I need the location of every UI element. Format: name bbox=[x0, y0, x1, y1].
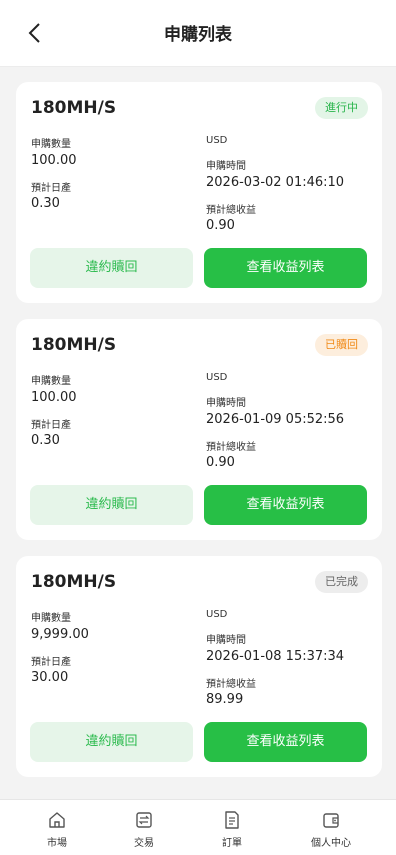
home-icon bbox=[49, 812, 65, 828]
amount-label: 申購數量 bbox=[31, 139, 71, 150]
status-badge: 進行中 bbox=[315, 97, 368, 119]
total-income-label: 預計總收益 bbox=[206, 205, 256, 216]
product-name: 180MH/S bbox=[31, 572, 117, 592]
nav-item-market[interactable]: 市場 bbox=[17, 810, 97, 849]
time-label: 申購時間 bbox=[206, 635, 246, 646]
daily-value: 0.30 bbox=[31, 433, 60, 448]
status-badge: 已贖回 bbox=[315, 334, 368, 356]
amount-value: 9,999.00 bbox=[31, 627, 89, 642]
daily-value: 30.00 bbox=[31, 670, 69, 685]
redeem-button[interactable]: 違約贖回 bbox=[30, 722, 193, 762]
page: 申購列表 180MH/S 進行中 申購數量 100.00 預計日產 0.30 U… bbox=[0, 0, 396, 855]
time-label: 申購時間 bbox=[206, 161, 246, 172]
product-name: 180MH/S bbox=[31, 98, 117, 118]
amount-value: 100.00 bbox=[31, 390, 77, 405]
order-card: 180MH/S 已完成 申購數量 9,999.00 預計日產 30.00 USD… bbox=[16, 556, 382, 777]
document-icon bbox=[225, 811, 239, 829]
view-income-button[interactable]: 查看收益列表 bbox=[204, 722, 367, 762]
time-value: 2026-03-02 01:46:10 bbox=[206, 175, 345, 190]
currency-label: USD bbox=[206, 135, 228, 146]
order-card: 180MH/S 已贖回 申購數量 100.00 預計日產 0.30 USD 申購… bbox=[16, 319, 382, 540]
total-income-label: 預計總收益 bbox=[206, 442, 256, 453]
total-income-value: 0.90 bbox=[206, 455, 235, 470]
page-title: 申購列表 bbox=[164, 25, 232, 45]
nav-label: 交易 bbox=[134, 838, 154, 849]
status-badge: 已完成 bbox=[315, 571, 368, 593]
exchange-icon bbox=[136, 812, 152, 828]
total-income-value: 89.99 bbox=[206, 692, 244, 707]
time-value: 2026-01-08 15:37:34 bbox=[206, 649, 345, 664]
time-label: 申購時間 bbox=[206, 398, 246, 409]
nav-label: 個人中心 bbox=[311, 838, 351, 849]
order-card: 180MH/S 進行中 申購數量 100.00 預計日產 0.30 USD 申購… bbox=[16, 82, 382, 303]
total-income-label: 預計總收益 bbox=[206, 679, 256, 690]
daily-value: 0.30 bbox=[31, 196, 60, 211]
daily-label: 預計日產 bbox=[31, 183, 71, 194]
currency-label: USD bbox=[206, 609, 228, 620]
nav-label: 訂單 bbox=[222, 838, 242, 849]
view-income-button[interactable]: 查看收益列表 bbox=[204, 485, 367, 525]
amount-label: 申購數量 bbox=[31, 376, 71, 387]
amount-value: 100.00 bbox=[31, 153, 77, 168]
redeem-button[interactable]: 違約贖回 bbox=[30, 248, 193, 288]
daily-label: 預計日產 bbox=[31, 657, 71, 668]
nav-item-trade[interactable]: 交易 bbox=[104, 810, 184, 849]
wallet-icon bbox=[323, 813, 339, 828]
nav-item-orders[interactable]: 訂單 bbox=[192, 810, 272, 849]
header: 申購列表 bbox=[0, 0, 396, 67]
time-value: 2026-01-09 05:52:56 bbox=[206, 412, 345, 427]
amount-label: 申購數量 bbox=[31, 613, 71, 624]
currency-label: USD bbox=[206, 372, 228, 383]
product-name: 180MH/S bbox=[31, 335, 117, 355]
nav-label: 市場 bbox=[47, 838, 67, 849]
total-income-value: 0.90 bbox=[206, 218, 235, 233]
redeem-button[interactable]: 違約贖回 bbox=[30, 485, 193, 525]
daily-label: 預計日產 bbox=[31, 420, 71, 431]
nav-item-profile[interactable]: 個人中心 bbox=[291, 810, 371, 849]
bottom-nav: 市場 交易 訂單 個人中心 bbox=[0, 799, 396, 855]
view-income-button[interactable]: 查看收益列表 bbox=[204, 248, 367, 288]
